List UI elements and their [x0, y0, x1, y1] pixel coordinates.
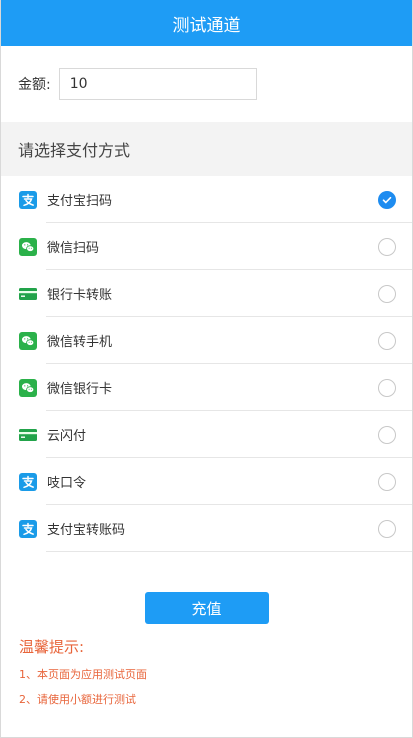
- payment-method-item[interactable]: 微信转手机: [1, 317, 412, 364]
- payment-method-item[interactable]: 吱口令: [1, 458, 412, 505]
- payment-method-list: 支付宝扫码 微信扫码 银行卡转账 微信转手机 微信银行卡 云闪付 吱口令 支付宝…: [1, 176, 412, 552]
- payment-method-item[interactable]: 银行卡转账: [1, 270, 412, 317]
- radio-button[interactable]: [378, 472, 396, 491]
- payment-method-label: 云闪付: [47, 429, 87, 444]
- tips-line: 2、请使用小额进行测试: [19, 693, 136, 706]
- tips-section: 温馨提示: 1、本页面为应用测试页面 2、请使用小额进行测试: [1, 632, 412, 712]
- payment-method-label: 微信银行卡: [47, 382, 113, 397]
- radio-button[interactable]: [378, 378, 396, 397]
- radio-button[interactable]: [378, 425, 396, 444]
- section-title-text: 请选择支付方式: [18, 141, 131, 160]
- wechat-icon: [19, 331, 37, 350]
- bank-card-icon: [19, 285, 37, 303]
- wechat-icon: [19, 378, 37, 397]
- page-header: 测试通道: [1, 0, 412, 46]
- bank-card-icon: [19, 426, 37, 444]
- wechat-icon: [19, 237, 37, 256]
- page-title: 测试通道: [172, 15, 241, 36]
- recharge-button[interactable]: 充值: [144, 592, 269, 624]
- radio-button[interactable]: [378, 284, 396, 303]
- check-icon: [382, 196, 392, 203]
- radio-button[interactable]: [378, 190, 396, 209]
- amount-input[interactable]: [58, 68, 257, 100]
- payment-method-label: 支付宝扫码: [47, 194, 113, 209]
- radio-button[interactable]: [378, 519, 396, 538]
- alipay-icon: [19, 519, 37, 538]
- payment-method-label: 银行卡转账: [47, 288, 113, 303]
- payment-method-item[interactable]: 微信银行卡: [1, 364, 412, 411]
- alipay-icon: [19, 190, 37, 209]
- tips-title: 温馨提示:: [19, 638, 85, 656]
- payment-section-title: 请选择支付方式: [1, 122, 412, 176]
- tips-line: 1、本页面为应用测试页面: [19, 668, 147, 681]
- button-wrapper: 充值: [1, 592, 412, 624]
- payment-method-item[interactable]: 云闪付: [1, 411, 412, 458]
- amount-label: 金额:: [18, 77, 51, 93]
- payment-method-label: 微信转手机: [47, 335, 113, 350]
- payment-method-item[interactable]: 支付宝转账码: [1, 505, 412, 552]
- payment-method-label: 吱口令: [47, 476, 87, 491]
- payment-method-item[interactable]: 微信扫码: [1, 223, 412, 270]
- payment-method-label: 支付宝转账码: [47, 523, 126, 538]
- payment-method-label: 微信扫码: [47, 241, 100, 256]
- amount-row: 金额:: [1, 46, 412, 122]
- alipay-icon: [19, 472, 37, 491]
- radio-button[interactable]: [378, 237, 396, 256]
- radio-button[interactable]: [378, 331, 396, 350]
- payment-method-item[interactable]: 支付宝扫码: [1, 176, 412, 223]
